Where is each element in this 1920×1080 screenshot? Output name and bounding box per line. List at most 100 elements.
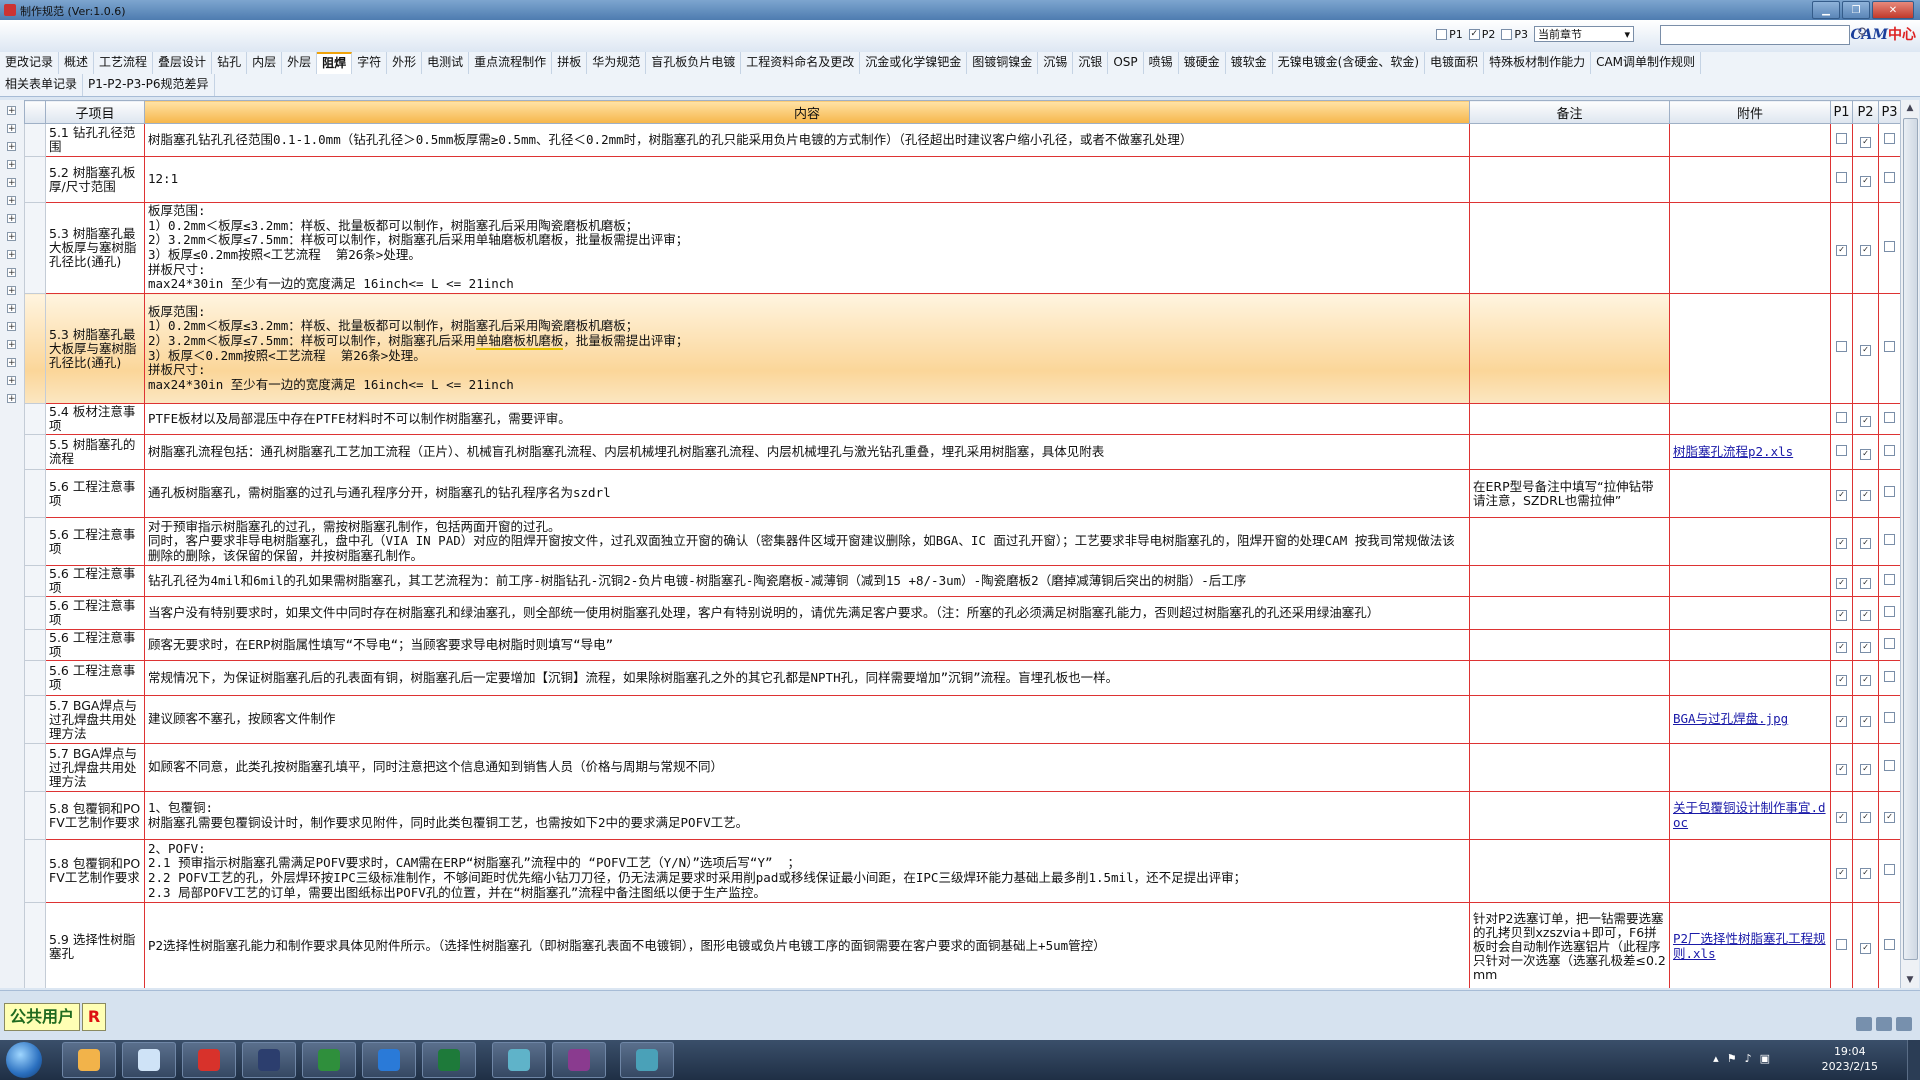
p3-checkbox[interactable] — [1884, 486, 1895, 498]
expand-icon[interactable]: + — [7, 376, 16, 386]
p3-checkbox[interactable] — [1884, 712, 1895, 724]
expand-icon[interactable]: + — [7, 178, 16, 188]
expand-icon[interactable]: + — [7, 160, 16, 170]
p2-checkbox[interactable]: ✓ — [1860, 943, 1871, 954]
table-row[interactable]: 5.1 钻孔孔径范围 树脂塞孔钻孔孔径范围0.1-1.0mm（钻孔孔径＞0.5mm… — [24, 123, 1900, 157]
cell-attachment-link[interactable]: P2厂选择性树脂塞孔工程规则.xls — [1669, 902, 1831, 988]
tab-12[interactable]: 拼板 — [552, 52, 588, 74]
chapter-select[interactable]: 当前章节 ▾ — [1534, 26, 1634, 42]
p3-checkbox[interactable] — [1884, 863, 1895, 875]
header-content[interactable]: 内容 — [144, 100, 1470, 124]
tab-5[interactable]: 内层 — [247, 52, 283, 74]
p1-checkbox[interactable] — [1836, 132, 1847, 144]
tab-18[interactable]: 沉锡 — [1038, 52, 1074, 74]
tab-15[interactable]: 工程资料命名及更改 — [741, 52, 861, 74]
p3-checkbox[interactable] — [1884, 605, 1895, 617]
tray-arrow-icon[interactable]: ▴ — [1713, 1052, 1719, 1065]
taskbar-eye-app-icon[interactable] — [492, 1042, 546, 1078]
table-row[interactable]: 5.2 树脂塞孔板厚/尺寸范围 12:1 ✓ — [24, 156, 1900, 203]
taskbar-app-blue-icon[interactable] — [362, 1042, 416, 1078]
taskbar-shell-icon[interactable] — [62, 1042, 116, 1078]
p3-checkbox[interactable] — [1884, 411, 1895, 423]
scroll-up-icon[interactable]: ▲ — [1901, 100, 1919, 116]
p3-checkbox[interactable] — [1884, 760, 1895, 772]
p3-checkbox[interactable]: ✓ — [1884, 812, 1895, 823]
p1-checkbox[interactable] — [1836, 939, 1847, 951]
subtab-0[interactable]: 相关表单记录 — [0, 74, 84, 96]
expand-icon[interactable]: + — [7, 232, 16, 242]
p3-checkbox[interactable] — [1884, 132, 1895, 144]
p3-checkbox[interactable] — [1884, 637, 1895, 649]
show-desktop-button[interactable] — [1907, 1040, 1920, 1080]
network-icon[interactable]: ▣ — [1760, 1052, 1770, 1065]
expand-icon[interactable]: + — [7, 322, 16, 332]
p1-checkbox[interactable]: ✓ — [1836, 609, 1847, 621]
tab-7[interactable]: 阻焊 — [317, 52, 353, 74]
clock[interactable]: 19:04 2023/2/15 — [1822, 1044, 1878, 1074]
p2-checkbox[interactable]: ✓ — [1860, 448, 1871, 460]
row-indicator[interactable] — [24, 565, 46, 597]
expand-icon[interactable]: + — [7, 268, 16, 278]
p1-checkbox[interactable] — [1836, 172, 1847, 184]
maximize-button[interactable]: ❐ — [1842, 1, 1870, 19]
table-row[interactable]: 5.3 树脂塞孔最大板厚与塞树脂孔径比(通孔) 板厚范围: 1）0.2mm＜板厚≤… — [24, 293, 1900, 404]
row-indicator[interactable] — [24, 123, 46, 157]
table-row[interactable]: 5.7 BGA焊点与过孔焊盘共用处理方法 建议顾客不塞孔，按顾客文件制作 BGA与过… — [24, 695, 1900, 744]
p2-checkbox[interactable]: ✓ — [1860, 415, 1871, 427]
filter-p3[interactable]: P3 — [1501, 28, 1528, 41]
vertical-scrollbar[interactable]: ▲ ▼ — [1900, 100, 1919, 988]
header-p1[interactable]: P1 — [1830, 100, 1853, 124]
row-indicator[interactable] — [24, 434, 46, 470]
expand-icon[interactable]: + — [7, 142, 16, 152]
p1-checkbox[interactable] — [1836, 444, 1847, 456]
p1-checkbox[interactable]: ✓ — [1836, 244, 1847, 256]
p3-checkbox[interactable] — [1884, 939, 1895, 951]
row-indicator[interactable] — [24, 403, 46, 435]
table-row[interactable]: 5.4 板材注意事项 PTFE板材以及局部混压中存在PTFE材料时不可以制作树脂塞… — [24, 403, 1900, 435]
p2-checkbox[interactable]: ✓ — [1860, 244, 1871, 256]
tab-22[interactable]: 镀硬金 — [1179, 52, 1226, 74]
p3-checkbox[interactable] — [1884, 172, 1895, 184]
cell-attachment-link[interactable]: BGA与过孔焊盘.jpg — [1669, 695, 1831, 744]
table-row[interactable]: 5.6 工程注意事项 钻孔孔径为4mil和6mil的孔如果需树脂塞孔，其工艺流程为… — [24, 565, 1900, 597]
p2-checkbox[interactable]: ✓ — [1860, 345, 1871, 356]
tab-6[interactable]: 外层 — [282, 52, 318, 74]
header-p3[interactable]: P3 — [1878, 100, 1900, 124]
expand-icon[interactable]: + — [7, 304, 16, 314]
taskbar-x-app-icon[interactable] — [552, 1042, 606, 1078]
tab-9[interactable]: 外形 — [387, 52, 423, 74]
tab-3[interactable]: 叠层设计 — [153, 52, 213, 74]
table-row[interactable]: 5.6 工程注意事项 常规情况下，为保证树脂塞孔后的孔表面有铜，树脂塞孔后一定要增… — [24, 660, 1900, 696]
search-input[interactable] — [1660, 25, 1850, 45]
row-indicator[interactable] — [24, 743, 46, 792]
table-row[interactable]: 5.9 选择性树脂塞孔 P2选择性树脂塞孔能力和制作要求具体见附件所示。（选择性树… — [24, 902, 1900, 988]
subtab-1[interactable]: P1-P2-P3-P6规范差异 — [83, 74, 215, 96]
tab-13[interactable]: 华为规范 — [587, 52, 647, 74]
tab-0[interactable]: 更改记录 — [0, 52, 60, 74]
scroll-down-icon[interactable]: ▼ — [1901, 972, 1919, 988]
row-indicator[interactable] — [24, 517, 46, 566]
tab-21[interactable]: 喷锡 — [1144, 52, 1179, 74]
tab-8[interactable]: 字符 — [352, 52, 388, 74]
tab-26[interactable]: 特殊板材制作能力 — [1484, 52, 1592, 74]
p2-checkbox[interactable]: ✓ — [1860, 716, 1871, 727]
expand-icon[interactable]: + — [7, 124, 16, 134]
tab-19[interactable]: 沉银 — [1073, 52, 1109, 74]
table-row[interactable]: 5.6 工程注意事项 对于预审指示树脂塞孔的过孔，需按树脂塞孔制作，包括两面开窗的… — [24, 517, 1900, 566]
p1-checkbox[interactable]: ✓ — [1836, 674, 1847, 686]
row-indicator[interactable] — [24, 902, 46, 988]
row-indicator[interactable] — [24, 839, 46, 903]
table-row[interactable]: 5.5 树脂塞孔的流程 树脂塞孔流程包括：通孔树脂塞孔工艺加工流程（正片）、机械盲… — [24, 434, 1900, 470]
row-indicator[interactable] — [24, 469, 46, 518]
tab-1[interactable]: 概述 — [59, 52, 95, 74]
minimize-button[interactable]: ▁ — [1812, 1, 1840, 19]
row-indicator[interactable] — [24, 629, 46, 661]
taskbar-save-icon[interactable] — [242, 1042, 296, 1078]
help-icon[interactable] — [1876, 1017, 1892, 1031]
p3-checkbox[interactable] — [1884, 240, 1895, 252]
p1-checkbox[interactable]: ✓ — [1836, 490, 1847, 501]
p2-checkbox[interactable]: ✓ — [1860, 867, 1871, 879]
p1-checkbox[interactable]: ✓ — [1836, 641, 1847, 653]
header-p2[interactable]: P2 — [1852, 100, 1879, 124]
row-indicator[interactable] — [24, 156, 46, 203]
